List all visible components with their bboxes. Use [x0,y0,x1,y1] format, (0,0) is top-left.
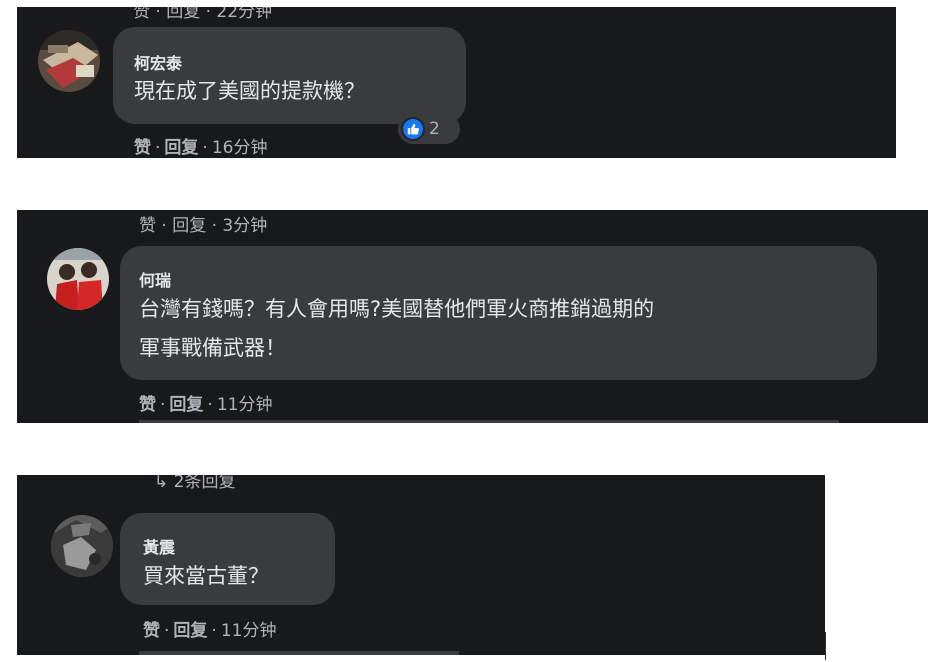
like-button[interactable]: 赞 [139,390,156,415]
comment-author[interactable]: 柯宏泰 [134,50,182,74]
comment-text: 買來當古董？ [143,564,269,588]
like-button[interactable]: 赞 [143,616,160,641]
reply-button[interactable]: 回复 [169,390,203,415]
comment-text: 現在成了美國的提款機？ [134,79,365,103]
comment-text-line-2: 軍事戰備武器！ [139,336,286,360]
reaction-badge[interactable]: 2 [398,114,460,144]
comment-actions: 赞 · 回复 · 11分钟 [139,390,272,415]
comment-panel-2: 赞 · 回复 · 3分钟 何瑞 台灣有錢嗎？有人會用嗎?美國替他們軍火商推銷過期… [17,210,928,423]
comment-text-line-1: 台灣有錢嗎？有人會用嗎?美國替他們軍火商推銷過期的 [139,297,655,321]
comment-panel-3: ↳ 2条回复 黃震 買來當古董？ 赞 · 回复 · 11分钟 [17,475,825,655]
like-button[interactable]: 赞 [134,133,151,158]
timestamp[interactable]: 11分钟 [217,390,273,415]
comment-author[interactable]: 何瑞 [139,267,171,291]
comment-actions: 赞 · 回复 · 16分钟 [134,133,267,158]
avatar[interactable] [38,30,100,92]
cut-off-actions: 赞 · 回复 · 3分钟 [139,216,268,236]
timestamp[interactable]: 11分钟 [221,616,277,641]
comment-actions: 赞 · 回复 · 11分钟 [143,616,276,641]
separator: · [155,138,161,158]
avatar[interactable] [47,248,109,310]
next-bubble-edge [139,651,459,655]
reaction-count: 2 [429,119,440,139]
separator: · [207,395,213,415]
separator: · [160,395,166,415]
reply-button[interactable]: 回复 [164,133,198,158]
cut-off-actions: 赞 · 回复 · 22分钟 [133,7,273,22]
text-cursor [825,632,826,660]
avatar[interactable] [51,515,113,577]
separator: · [164,621,170,641]
separator: · [202,138,208,158]
timestamp[interactable]: 16分钟 [212,133,268,158]
cut-off-replies-link[interactable]: ↳ 2条回复 [154,475,235,492]
next-bubble-edge [139,420,839,423]
comment-author[interactable]: 黃震 [143,534,175,558]
separator: · [211,621,217,641]
comment-panel-1: 赞 · 回复 · 22分钟 柯宏泰 現在成了美國的提款機？ 2 赞 · 回复 · 16分… [17,7,896,158]
reply-button[interactable]: 回复 [173,616,207,641]
thumbs-up-icon [401,117,425,141]
